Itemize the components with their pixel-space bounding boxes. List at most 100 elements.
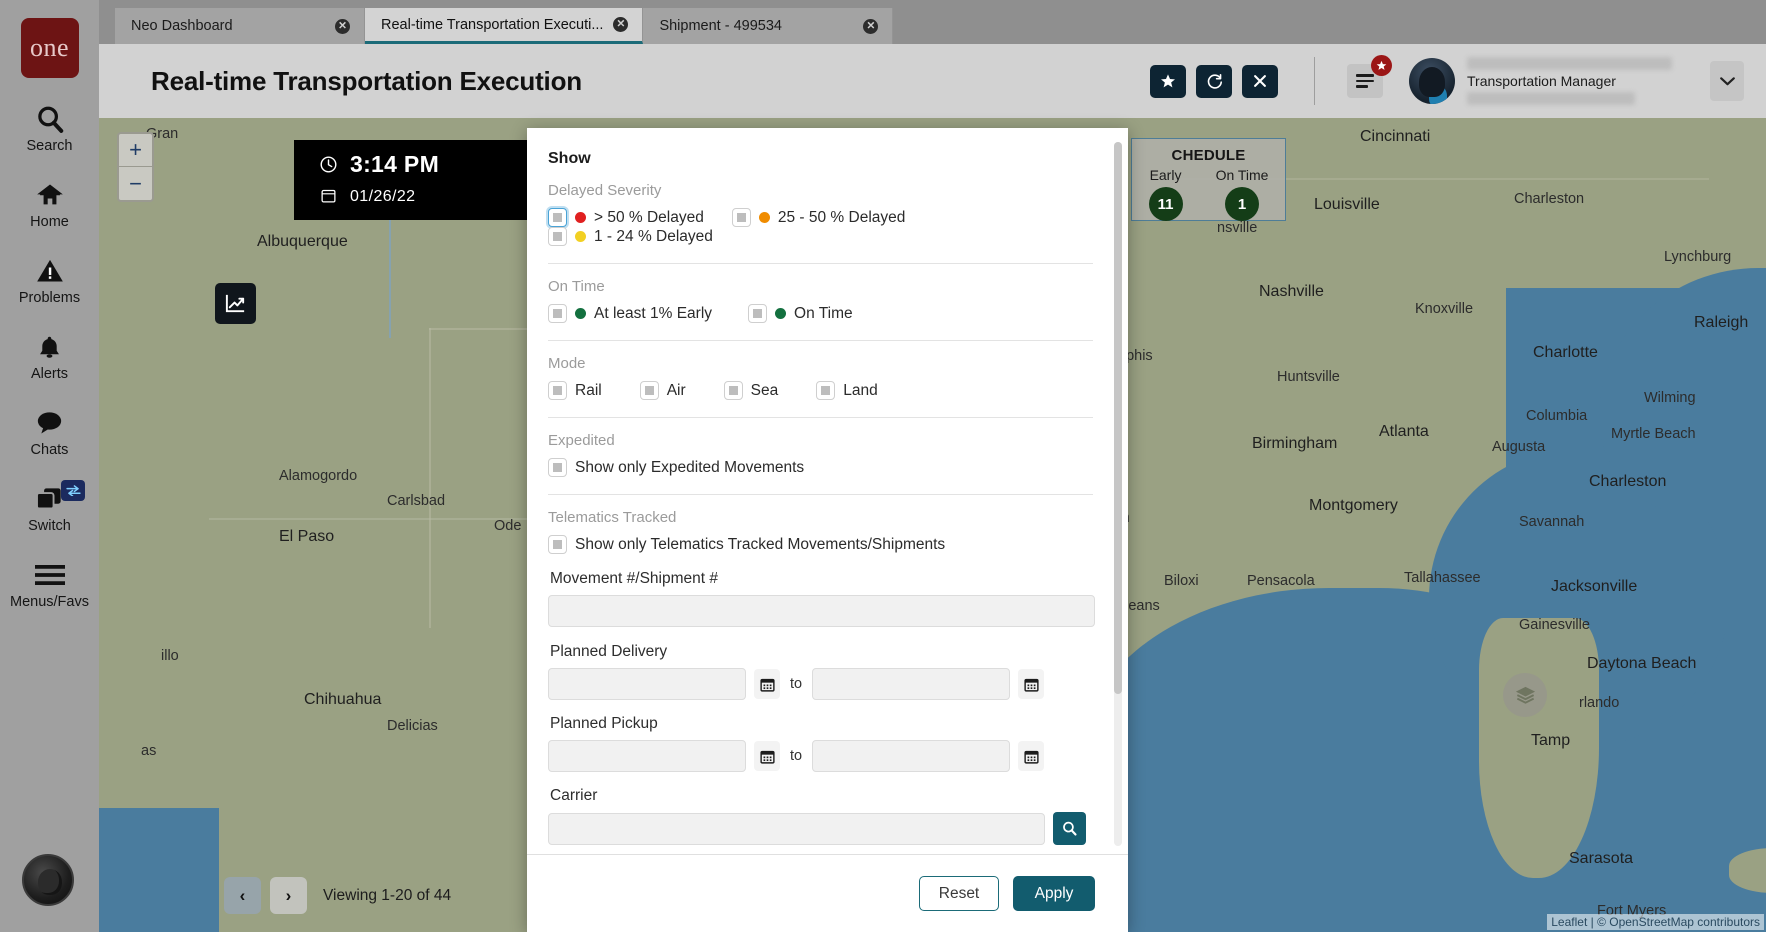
layers-icon[interactable] [1503, 673, 1547, 717]
close-icon[interactable]: ✕ [335, 19, 350, 34]
checkbox-box[interactable] [724, 381, 743, 400]
checkbox-mode-land[interactable]: Land [816, 381, 877, 400]
sidebar-label-search: Search [27, 138, 73, 154]
map-city-label: Huntsville [1277, 369, 1340, 385]
search-icon[interactable] [1053, 812, 1086, 845]
filter-panel-scrollbar-thumb[interactable] [1114, 142, 1122, 694]
checkbox-label: On Time [794, 305, 853, 323]
checkbox-label: Land [843, 382, 877, 400]
map-city-label: Lynchburg [1664, 249, 1731, 265]
map-zoom-controls[interactable]: + − [117, 132, 154, 202]
checkbox-label: At least 1% Early [594, 305, 712, 323]
rail-user-avatar[interactable] [22, 854, 74, 906]
hamburger-icon [35, 558, 65, 592]
tab-shipment-499534[interactable]: Shipment - 499534 ✕ [643, 8, 893, 44]
checkbox-delayed-25-50[interactable]: 25 - 50 % Delayed [732, 208, 906, 227]
checkbox-box[interactable] [548, 458, 567, 477]
checkbox-box[interactable] [548, 304, 567, 323]
close-icon[interactable]: ✕ [863, 19, 878, 34]
user-meta: Transportation Manager [1467, 57, 1672, 105]
map-city-label: Wilming [1644, 390, 1696, 406]
checkbox-delayed-over-50[interactable]: > 50 % Delayed [548, 208, 704, 227]
calendar-icon[interactable] [754, 669, 780, 699]
checkbox-on-time[interactable]: On Time [748, 304, 853, 323]
planned-pickup-to-input[interactable] [812, 740, 1010, 772]
sidebar-item-chats[interactable]: Chats [0, 406, 99, 458]
checkbox-label: > 50 % Delayed [594, 209, 704, 227]
calendar-icon[interactable] [754, 741, 780, 771]
checkbox-box[interactable] [548, 535, 567, 554]
sidebar-item-search[interactable]: Search [0, 102, 99, 154]
checkbox-box[interactable] [816, 381, 835, 400]
carrier-input[interactable] [548, 813, 1045, 845]
movement-shipment-input[interactable] [548, 595, 1095, 627]
checkbox-label: Show only Expedited Movements [575, 459, 804, 477]
planned-pickup-from-input[interactable] [548, 740, 746, 772]
checkbox-mode-air[interactable]: Air [640, 381, 686, 400]
map-city-label: Tallahassee [1404, 570, 1481, 586]
attribution-leaflet[interactable]: Leaflet [1551, 915, 1587, 929]
checkbox-mode-rail[interactable]: Rail [548, 381, 602, 400]
chevron-left-icon[interactable]: ‹ [224, 877, 261, 914]
chevron-right-icon[interactable]: › [270, 877, 307, 914]
planned-delivery-to-input[interactable] [812, 668, 1010, 700]
severity-dot-yellow [575, 231, 586, 242]
map-city-label: Louisville [1314, 196, 1380, 214]
close-button[interactable] [1242, 65, 1278, 98]
checkbox-box[interactable] [548, 208, 567, 227]
tab-real-time-transportation-execution[interactable]: Real-time Transportation Executi... ✕ [365, 8, 643, 44]
sidebar-item-home[interactable]: Home [0, 178, 99, 230]
map-city-label: Pensacola [1247, 573, 1315, 589]
checkbox-box[interactable] [748, 304, 767, 323]
warning-triangle-icon [35, 254, 65, 288]
sidebar-item-problems[interactable]: Problems [0, 254, 99, 306]
user-chip[interactable]: Transportation Manager [1409, 57, 1758, 105]
user-name-redacted [1467, 57, 1672, 70]
swap-arrows-icon[interactable] [61, 480, 85, 501]
calendar-icon[interactable] [1018, 669, 1044, 699]
zoom-out-button[interactable]: − [119, 167, 152, 200]
reset-button[interactable]: Reset [919, 876, 999, 911]
checkbox-box[interactable] [732, 208, 751, 227]
checkbox-telematics-only[interactable]: Show only Telematics Tracked Movements/S… [548, 535, 945, 554]
divider [548, 417, 1093, 418]
planned-delivery-from-input[interactable] [548, 668, 746, 700]
checkbox-box[interactable] [640, 381, 659, 400]
sidebar-item-switch[interactable]: Switch [0, 482, 99, 534]
filter-section-show-title: Show [548, 150, 1093, 168]
checkbox-label: Sea [751, 382, 779, 400]
checkbox-box[interactable] [548, 381, 567, 400]
sidebar-item-alerts[interactable]: Alerts [0, 330, 99, 382]
map-city-label: nsville [1217, 220, 1257, 236]
map-city-label: as [141, 743, 156, 759]
calendar-icon [318, 187, 338, 204]
close-icon[interactable]: ✕ [613, 17, 628, 32]
checkbox-at-least-1-early[interactable]: At least 1% Early [548, 304, 712, 323]
tab-neo-dashboard[interactable]: Neo Dashboard ✕ [115, 8, 365, 44]
zoom-in-button[interactable]: + [119, 134, 152, 167]
tab-label: Real-time Transportation Executi... [381, 17, 603, 33]
attribution-osm[interactable]: | © OpenStreetMap contributors [1591, 915, 1760, 929]
calendar-icon[interactable] [1018, 741, 1044, 771]
map-city-label: Cincinnati [1360, 128, 1430, 146]
one-network-logo: one [21, 18, 79, 78]
refresh-button[interactable] [1196, 65, 1232, 98]
map-city-label: Biloxi [1164, 573, 1199, 589]
checkbox-expedited-only[interactable]: Show only Expedited Movements [548, 458, 804, 477]
map-city-label: Augusta [1492, 439, 1545, 455]
schedule-on-time-label: On Time [1216, 167, 1269, 183]
favorite-button[interactable] [1150, 65, 1186, 98]
checkbox-delayed-1-24[interactable]: 1 - 24 % Delayed [548, 227, 713, 246]
sidebar-label-alerts: Alerts [31, 366, 68, 382]
sidebar-item-menus-favs[interactable]: Menus/Favs [0, 558, 99, 610]
trend-chart-icon[interactable] [215, 283, 256, 324]
header-actions: Transportation Manager [1150, 57, 1766, 105]
map-city-label: Myrtle Beach [1611, 426, 1696, 442]
checkbox-box[interactable] [548, 227, 567, 246]
checkbox-mode-sea[interactable]: Sea [724, 381, 779, 400]
filter-panel-scroll-area[interactable]: Show Delayed Severity > 50 % Delayed 25 … [527, 128, 1128, 854]
map-city-label: Sarasota [1569, 850, 1633, 868]
context-menu-button[interactable] [1347, 64, 1383, 98]
apply-button[interactable]: Apply [1013, 876, 1095, 911]
chevron-down-icon[interactable] [1710, 61, 1744, 101]
